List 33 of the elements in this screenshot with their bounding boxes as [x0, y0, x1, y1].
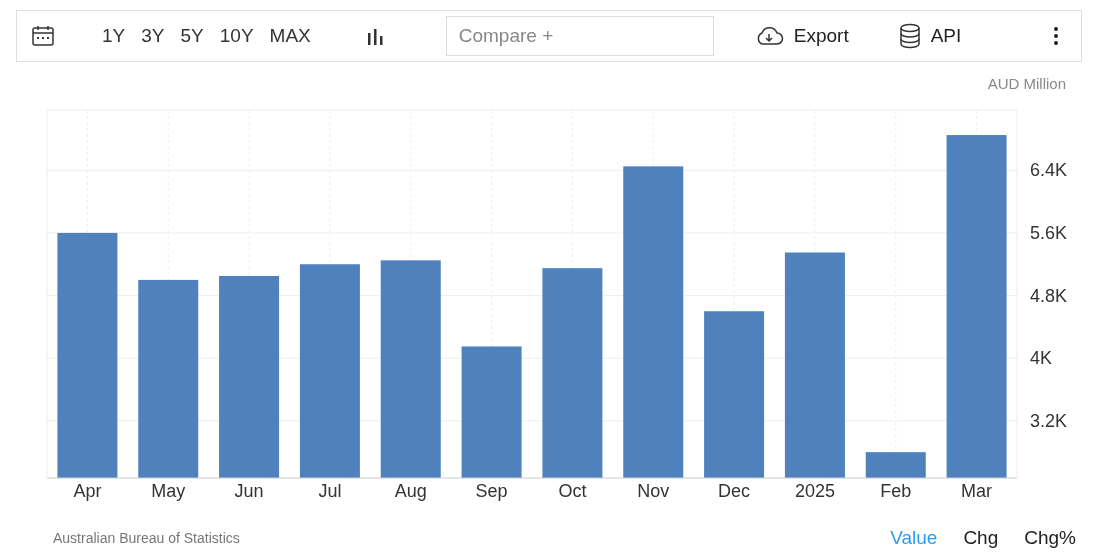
range-button[interactable]: 3Y	[136, 23, 170, 49]
api-button[interactable]: API	[898, 23, 962, 49]
x-tick-label: Sep	[475, 481, 508, 501]
more-icon[interactable]	[1053, 26, 1059, 46]
x-tick-label: Feb	[880, 481, 912, 501]
x-tick-label: Nov	[637, 481, 670, 501]
unit-label: AUD Million	[987, 75, 1066, 92]
database-icon	[898, 23, 921, 49]
range-button[interactable]: 1Y	[97, 23, 131, 49]
bar-chart-icon[interactable]	[365, 27, 384, 45]
x-tick-label: Jun	[234, 481, 264, 501]
view-tab[interactable]: Chg%	[1018, 527, 1082, 549]
x-tick-label: Apr	[73, 481, 102, 501]
y-tick-label: 3.2K	[1030, 410, 1068, 431]
source-text: Australian Bureau of Statistics	[53, 530, 240, 546]
x-tick-label: Aug	[394, 481, 427, 501]
y-tick-label: 4.8K	[1030, 285, 1068, 306]
range-button[interactable]: 10Y	[214, 23, 259, 49]
x-tick-label: Oct	[558, 481, 587, 501]
range-button[interactable]: 5Y	[175, 23, 209, 49]
x-tick-label: 2025	[794, 481, 835, 501]
compare-field[interactable]: Compare +	[445, 16, 714, 56]
x-tick-label: Mar	[961, 481, 993, 501]
x-tick-label: Jul	[318, 481, 342, 501]
range-button[interactable]: MAX	[264, 23, 316, 49]
export-button[interactable]: Export	[753, 25, 849, 47]
x-tick-label: May	[151, 481, 186, 501]
calendar-icon[interactable]	[31, 24, 55, 48]
y-tick-label: 5.6K	[1030, 222, 1068, 243]
view-tab[interactable]: Chg	[957, 527, 1005, 549]
y-tick-label: 4K	[1030, 348, 1053, 369]
y-tick-label: 6.4K	[1030, 160, 1068, 181]
x-tick-label: Dec	[718, 481, 751, 501]
